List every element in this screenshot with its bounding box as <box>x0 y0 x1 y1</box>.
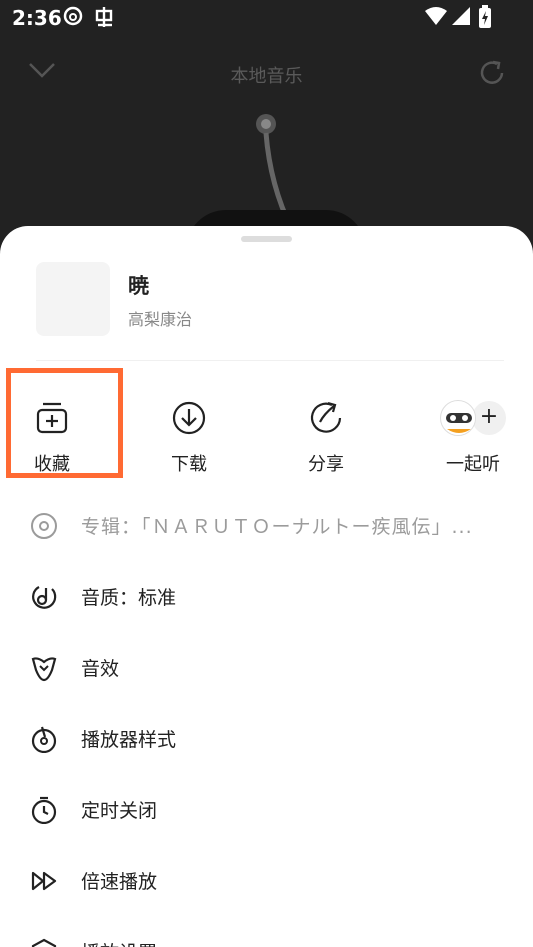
menu-item-album[interactable]: 专辑：「ＮＡＲＵＴＯーナルトー疾風伝」... <box>0 500 533 550</box>
menu-label-timer: 定时关闭 <box>81 800 158 822</box>
menu-item-speed[interactable]: 倍速播放 <box>0 855 533 905</box>
menu-item-sound-effect[interactable]: 音效 <box>0 642 533 692</box>
menu-label-settings: 播放设置 <box>81 938 157 947</box>
share-label: 分享 <box>308 454 344 475</box>
listen-together-icon: + <box>423 398 523 438</box>
album-disc-icon <box>30 512 58 540</box>
battery-charging-icon <box>478 5 492 34</box>
playback-settings-icon <box>30 938 58 947</box>
player-header: 本地音乐 <box>0 52 533 96</box>
highlight-box <box>6 368 123 478</box>
menu-item-settings[interactable]: 播放设置 <box>0 926 533 947</box>
menu-label-player-style: 播放器样式 <box>81 729 177 751</box>
wifi-icon <box>424 5 448 32</box>
menu-label-album: 专辑：「ＮＡＲＵＴＯーナルトー疾風伝」... <box>81 516 473 538</box>
sound-effect-icon <box>30 654 58 682</box>
menu-item-quality[interactable]: 音质：标准 <box>0 571 533 621</box>
signal-icon <box>450 5 472 32</box>
download-icon <box>139 398 239 438</box>
menu-label-sound-effect: 音效 <box>81 658 120 680</box>
download-label: 下载 <box>171 454 207 475</box>
song-title: 暁 <box>128 274 149 298</box>
player-style-icon <box>30 725 58 754</box>
menu-item-player-style[interactable]: 播放器样式 <box>0 713 533 763</box>
song-artist[interactable]: 高梨康治 <box>128 306 192 330</box>
bug-icon <box>92 5 116 34</box>
status-time: 2:36 <box>12 6 62 30</box>
plus-icon: + <box>472 401 506 435</box>
player-title: 本地音乐 <box>230 66 303 87</box>
audio-quality-icon <box>30 583 58 611</box>
timer-icon <box>30 796 58 825</box>
divider <box>36 360 504 361</box>
sheet-drag-handle[interactable] <box>241 236 292 242</box>
menu-item-timer[interactable]: 定时关闭 <box>0 784 533 834</box>
menu-label-quality: 音质：标准 <box>81 587 177 609</box>
listen-together-button[interactable]: + 一起听 <box>423 398 523 476</box>
avatar <box>440 400 476 436</box>
song-options-sheet: 暁 高梨康治 收藏 下载 分享 + 一起听 专辑：「ＮＡＲＵＴＯーナルトー疾風伝… <box>0 226 533 947</box>
menu-label-speed: 倍速播放 <box>81 871 158 893</box>
share-button[interactable]: 分享 <box>276 398 376 476</box>
share-icon[interactable] <box>477 58 507 92</box>
listen-together-label: 一起听 <box>446 454 500 475</box>
netease-icon <box>62 5 84 32</box>
status-bar: 2:36 <box>0 0 533 40</box>
playback-speed-icon <box>30 867 58 895</box>
song-cover <box>36 262 110 336</box>
share-icon <box>276 398 376 438</box>
download-button[interactable]: 下载 <box>139 398 239 476</box>
